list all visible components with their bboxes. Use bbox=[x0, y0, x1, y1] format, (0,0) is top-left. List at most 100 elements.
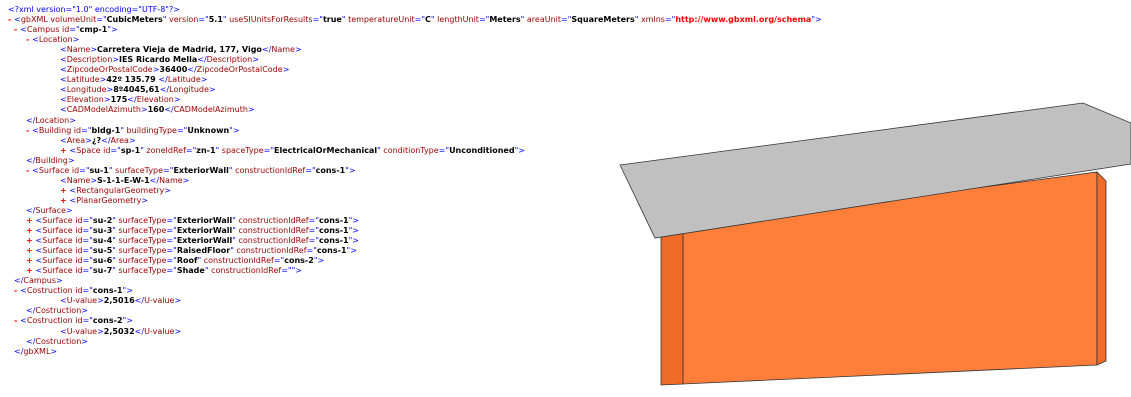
xml-line: - <Campus id="cmp-1"> bbox=[0, 25, 600, 35]
xml-token: < bbox=[60, 55, 67, 65]
xml-token: id bbox=[72, 286, 83, 296]
xml-token: RectangularGeometry bbox=[76, 185, 165, 195]
xml-token: volumeUnit bbox=[47, 15, 97, 25]
xml-token: > bbox=[112, 55, 119, 65]
xml-toggle[interactable]: + bbox=[26, 216, 36, 225]
xml-token: ExteriorWall bbox=[176, 215, 233, 225]
xml-line: <U-value>2,5016</U-value> bbox=[0, 296, 600, 306]
xml-token: Campus bbox=[23, 276, 57, 286]
xml-token: cons-1 bbox=[319, 236, 349, 246]
xml-token: cons-1 bbox=[315, 165, 346, 175]
xml-token: </ bbox=[261, 45, 272, 55]
xml-line: - <Costruction id="cons-2"> bbox=[0, 316, 600, 326]
xml-token: =" bbox=[82, 256, 93, 266]
xml-token: Surface bbox=[42, 246, 73, 256]
xml-line: <CADModelAzimuth>160</CADModelAzimuth> bbox=[0, 105, 600, 115]
xml-token: constructionIdRef bbox=[208, 266, 282, 276]
xml-token: cons-1 bbox=[319, 226, 349, 236]
xml-token: < bbox=[32, 165, 39, 175]
xml-token: id bbox=[72, 236, 83, 246]
xml-toggle[interactable]: + bbox=[26, 226, 36, 235]
xml-token: > bbox=[128, 135, 136, 145]
xml-token: > bbox=[90, 45, 98, 55]
xml-toggle[interactable]: + bbox=[26, 246, 36, 255]
xml-token: surfaceType bbox=[115, 226, 167, 236]
xml-token: Longitude bbox=[66, 85, 107, 95]
xml-token: "> bbox=[107, 25, 118, 35]
xml-token: =" bbox=[82, 215, 93, 225]
xml-token: =" bbox=[166, 226, 177, 236]
xml-token: Area bbox=[110, 135, 129, 145]
xml-token: Elevation bbox=[136, 95, 174, 105]
xml-line: <Name>Carretera Vieja de Madrid, 177, Vi… bbox=[0, 45, 600, 55]
xml-line: <Longitude>8º4045,61</Longitude> bbox=[0, 85, 600, 95]
xml-token: spaceType bbox=[219, 145, 264, 155]
xml-token: ZipcodeOrPostalCode bbox=[196, 65, 283, 75]
xml-token: =" bbox=[163, 165, 174, 175]
xml-token: PlanarGeometry bbox=[76, 195, 142, 205]
xml-token: Location bbox=[38, 35, 73, 45]
xml-token: > bbox=[174, 326, 182, 336]
xml-line: </Building> bbox=[0, 156, 600, 166]
xml-token: "> bbox=[514, 145, 525, 155]
xml-token: "> bbox=[345, 165, 356, 175]
xml-token: > bbox=[294, 45, 302, 55]
xml-line: </Surface> bbox=[0, 206, 600, 216]
xml-token: cons-1 bbox=[316, 246, 347, 256]
xml-line: <Elevation>175</Elevation> bbox=[0, 95, 600, 105]
xml-token: Surface bbox=[42, 266, 73, 276]
xml-token: =" bbox=[312, 15, 323, 25]
xml-token: =" bbox=[306, 246, 317, 256]
xml-token: > bbox=[247, 105, 255, 115]
xml-token: temperatureUnit bbox=[345, 15, 415, 25]
xml-token: > bbox=[140, 105, 148, 115]
xml-token: bldg-1 bbox=[91, 125, 121, 135]
xml-line: <Latitude>42º 135.79 </Latitude> bbox=[0, 75, 600, 85]
xml-token: =" bbox=[166, 256, 177, 266]
xml-token: > bbox=[182, 175, 190, 185]
xml-token: > bbox=[81, 306, 88, 316]
xml-token: Area bbox=[66, 135, 86, 145]
xml-token: =" bbox=[166, 215, 177, 225]
xml-token: constructionIdRef bbox=[235, 236, 309, 246]
xml-token: > bbox=[282, 65, 290, 75]
xml-line: + <Surface id="su-6" surfaceType="Roof" … bbox=[0, 256, 600, 266]
xml-token: 160 bbox=[147, 105, 165, 115]
xml-line: - <Building id="bldg-1" buildingType="Un… bbox=[0, 126, 600, 136]
xml-line: </gbXML> bbox=[0, 347, 600, 357]
xml-toggle[interactable]: + bbox=[26, 236, 36, 245]
xml-token: </ bbox=[197, 55, 207, 65]
xml-token: Name bbox=[66, 175, 91, 185]
building-side-face bbox=[660, 226, 684, 386]
xml-token: =" bbox=[561, 15, 572, 25]
xml-token: < bbox=[20, 286, 27, 296]
xml-token: =" bbox=[166, 266, 177, 276]
xml-token: id bbox=[100, 145, 111, 155]
xml-line: <ZipcodeOrPostalCode>36400</ZipcodeOrPos… bbox=[0, 65, 600, 75]
xml-token: 8º4045,61 bbox=[113, 85, 160, 95]
xml-token: U-value bbox=[144, 296, 175, 306]
xml-token: true bbox=[322, 15, 342, 25]
xml-token: id bbox=[72, 266, 83, 276]
xml-token: "> bbox=[348, 215, 359, 225]
xml-token: id bbox=[72, 226, 83, 236]
xml-token: </ bbox=[101, 135, 111, 145]
3d-building-model bbox=[619, 102, 1131, 386]
xml-toggle[interactable]: + bbox=[60, 196, 70, 205]
xml-token: Unconditioned bbox=[449, 145, 515, 155]
xml-token: Costruction bbox=[35, 306, 82, 316]
xml-token: cons-1 bbox=[92, 286, 123, 296]
xml-token: Elevation bbox=[66, 95, 104, 105]
xml-toggle[interactable]: + bbox=[60, 146, 70, 155]
xml-token: > bbox=[174, 296, 182, 306]
xml-toggle[interactable]: + bbox=[26, 266, 36, 275]
xml-token: </ bbox=[26, 306, 36, 316]
xml-token: 42º 135.79 bbox=[106, 75, 159, 85]
xml-toggle[interactable]: + bbox=[26, 256, 36, 265]
xml-toggle[interactable]: + bbox=[60, 186, 70, 195]
xml-token: Name bbox=[66, 45, 91, 55]
xml-token: =" bbox=[273, 256, 285, 266]
xml-line: - <Costruction id="cons-1"> bbox=[0, 286, 600, 296]
xml-line: + <PlanarGeometry> bbox=[0, 196, 600, 206]
xml-token: Surface bbox=[42, 226, 73, 236]
